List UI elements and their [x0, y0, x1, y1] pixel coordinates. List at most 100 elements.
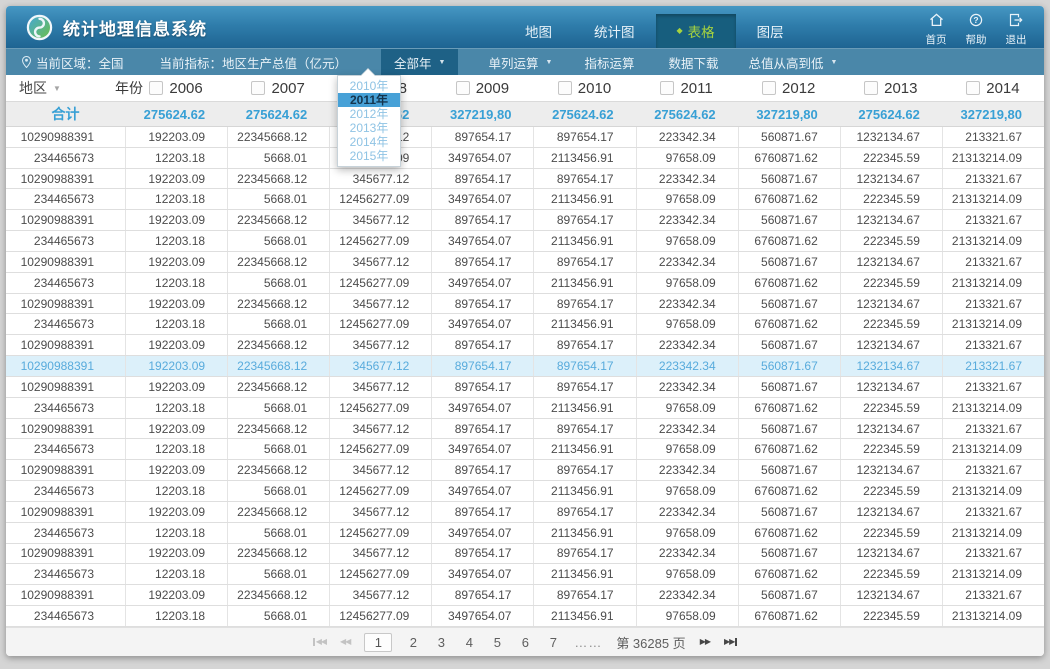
- table-row[interactable]: 23446567312203.185668.0112456277.0934976…: [6, 231, 1044, 252]
- table-row[interactable]: 10290988391192203.0922345668.12345677.12…: [6, 335, 1044, 356]
- table-cell: 897654.17: [431, 127, 533, 147]
- year-dropdown-menu: 2010年2011年2012年2013年2014年2015年: [337, 75, 401, 167]
- table-cell: 22345668.12: [227, 356, 329, 376]
- table-row[interactable]: 23446567312203.185668.0112456277.0934976…: [6, 606, 1044, 627]
- table-cell: 223342.34: [636, 127, 738, 147]
- table-row[interactable]: 23446567312203.185668.0112456277.0934976…: [6, 398, 1044, 419]
- page-prev-button[interactable]: ◀◀: [340, 638, 350, 646]
- year-column-header: 2009: [431, 80, 533, 97]
- year-option[interactable]: 2011年: [338, 93, 400, 107]
- year-label: 2014: [986, 80, 1019, 97]
- table-row[interactable]: 10290988391192203.0922345668.12345677.12…: [6, 127, 1044, 148]
- page-number-button[interactable]: 7: [546, 635, 560, 650]
- table-cell: 6760871.62: [738, 314, 840, 334]
- year-option[interactable]: 2013年: [338, 121, 400, 135]
- table-row[interactable]: 10290988391192203.0922345668.12345677.12…: [6, 294, 1044, 315]
- table-cell: 213321.67: [942, 127, 1044, 147]
- column-calc-button[interactable]: 单列运算▼: [488, 49, 552, 75]
- table-row[interactable]: 23446567312203.185668.0112456277.0934976…: [6, 523, 1044, 544]
- table-cell: 222345.59: [840, 189, 942, 209]
- table-row[interactable]: 10290988391192203.0922345668.12345677.12…: [6, 377, 1044, 398]
- home-button[interactable]: 首页: [920, 13, 952, 47]
- year-checkbox[interactable]: [456, 81, 470, 95]
- page-next-button[interactable]: ▶▶: [700, 638, 710, 646]
- year-checkbox[interactable]: [558, 81, 572, 95]
- help-button[interactable]: ?帮助: [960, 13, 992, 47]
- table-cell: 560871.67: [738, 460, 840, 480]
- table-row[interactable]: 10290988391192203.0922345668.12345677.12…: [6, 585, 1044, 606]
- table-row[interactable]: 23446567312203.185668.0112456277.0934976…: [6, 564, 1044, 585]
- table-cell: 192203.09: [125, 127, 227, 147]
- table-row[interactable]: 23446567312203.185668.0112456277.0934976…: [6, 481, 1044, 502]
- nav-tab-map[interactable]: 地图: [504, 14, 573, 48]
- nav-tab-label: 图层: [757, 21, 784, 41]
- window-frame: 统计地理信息系统 地图统计图◆表格图层 首页?帮助退出 当前区域：全国 当前指标…: [0, 0, 1050, 669]
- table-cell: 897654.17: [533, 169, 635, 189]
- table-cell: 560871.67: [738, 544, 840, 564]
- table-row[interactable]: 10290988391192203.0922345668.12345677.12…: [6, 460, 1044, 481]
- summary-value: 327219,80: [431, 107, 533, 122]
- region-column-header[interactable]: 地区 ▼ 年份: [6, 78, 125, 98]
- table-row[interactable]: 23446567312203.185668.0112456277.0934976…: [6, 273, 1044, 294]
- table-row[interactable]: 23446567312203.185668.0112456277.0934976…: [6, 439, 1044, 460]
- nav-tab-layers[interactable]: 图层: [736, 14, 805, 48]
- table-cell: 2113456.91: [533, 606, 635, 626]
- year-checkbox[interactable]: [660, 81, 674, 95]
- table-cell: 22345668.12: [227, 210, 329, 230]
- table-cell: 21313214.09: [942, 606, 1044, 626]
- page-number-button[interactable]: 6: [518, 635, 532, 650]
- year-option[interactable]: 2010年: [338, 79, 400, 93]
- table-cell: 234465673: [6, 231, 125, 251]
- table-cell: 10290988391: [6, 544, 125, 564]
- table-row[interactable]: 23446567312203.185668.0112456277.0934976…: [6, 189, 1044, 210]
- table-cell: 10290988391: [6, 585, 125, 605]
- page-number-button[interactable]: 3: [434, 635, 448, 650]
- table-row[interactable]: 10290988391192203.0922345668.12345677.12…: [6, 502, 1044, 523]
- table-cell: 3497654.07: [431, 523, 533, 543]
- page-info: 第 36285 页: [616, 633, 685, 652]
- table-cell: 560871.67: [738, 502, 840, 522]
- page-first-button[interactable]: ◀◀: [313, 638, 326, 646]
- table-cell: 12456277.09: [329, 564, 431, 584]
- page-number-button[interactable]: 4: [462, 635, 476, 650]
- year-checkbox[interactable]: [966, 81, 980, 95]
- logout-button[interactable]: 退出: [1000, 13, 1032, 47]
- nav-tab-table[interactable]: ◆表格: [656, 14, 736, 48]
- data-download-button[interactable]: 数据下载: [668, 49, 718, 75]
- page-last-button[interactable]: ▶▶: [724, 638, 737, 646]
- year-checkbox[interactable]: [762, 81, 776, 95]
- page-number-button[interactable]: 1: [364, 633, 392, 652]
- table-row[interactable]: 10290988391192203.0922345668.12345677.12…: [6, 419, 1044, 440]
- year-option[interactable]: 2014年: [338, 135, 400, 149]
- table-row[interactable]: 10290988391192203.0922345668.12345677.12…: [6, 252, 1044, 273]
- page-number-button[interactable]: 2: [406, 635, 420, 650]
- nav-tab-stats-chart[interactable]: 统计图: [573, 14, 656, 48]
- table-cell: 213321.67: [942, 335, 1044, 355]
- table-row[interactable]: 23446567312203.185668.0112456277.0934976…: [6, 148, 1044, 169]
- year-checkbox[interactable]: [251, 81, 265, 95]
- year-checkbox[interactable]: [864, 81, 878, 95]
- table-cell: 12203.18: [125, 523, 227, 543]
- table-row[interactable]: 10290988391192203.0922345668.12345677.12…: [6, 169, 1044, 190]
- table-row[interactable]: 10290988391192203.0922345668.12345677.12…: [6, 210, 1044, 231]
- table-cell: 222345.59: [840, 481, 942, 501]
- chevron-down-icon: ▼: [830, 59, 837, 66]
- table-cell: 12203.18: [125, 606, 227, 626]
- year-option[interactable]: 2015年: [338, 149, 400, 163]
- table-row-selected[interactable]: 10290988391192203.0922345668.12345677.12…: [6, 356, 1044, 377]
- table-row[interactable]: 23446567312203.185668.0112456277.0934976…: [6, 314, 1044, 335]
- summary-value: 275624.62: [227, 107, 329, 122]
- sort-order-button[interactable]: 总值从高到低▼: [748, 49, 837, 75]
- table-cell: 6760871.62: [738, 398, 840, 418]
- year-filter-button[interactable]: 全部年▼: [381, 49, 458, 75]
- table-cell: 222345.59: [840, 439, 942, 459]
- table-row[interactable]: 10290988391192203.0922345668.12345677.12…: [6, 544, 1044, 565]
- table-cell: 213321.67: [942, 169, 1044, 189]
- page-number-button[interactable]: 5: [490, 635, 504, 650]
- table-cell: 234465673: [6, 564, 125, 584]
- indicator-calc-button[interactable]: 指标运算: [584, 49, 634, 75]
- table-cell: 897654.17: [533, 419, 635, 439]
- year-option[interactable]: 2012年: [338, 107, 400, 121]
- year-checkbox[interactable]: [149, 81, 163, 95]
- table-cell: 345677.12: [329, 294, 431, 314]
